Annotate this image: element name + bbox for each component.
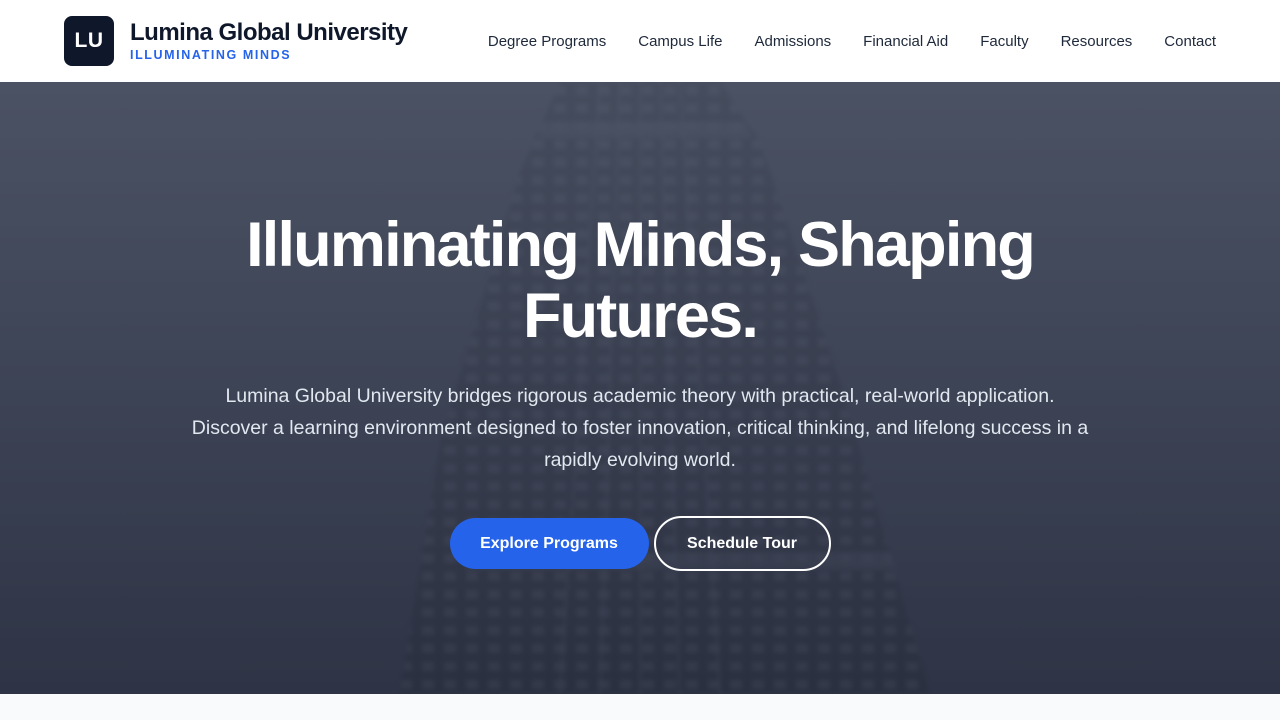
nav-link-admissions[interactable]: Admissions [754, 33, 831, 50]
brand-text: Lumina Global University ILLUMINATING MI… [130, 19, 408, 63]
hero-description: Lumina Global University bridges rigorou… [191, 385, 1089, 471]
brand-tagline: ILLUMINATING MINDS [130, 48, 292, 62]
nav-link-financial-aid[interactable]: Financial Aid [863, 33, 948, 50]
nav-link-degree-programs[interactable]: Degree Programs [488, 33, 606, 50]
nav-link-resources[interactable]: Resources [1061, 33, 1133, 50]
hero-content: Illuminating Minds, Shaping Futures. Lum… [0, 82, 1280, 694]
main-nav: Degree Programs Campus Life Admissions F… [488, 33, 1216, 50]
brand-name: Lumina Global University [130, 19, 408, 46]
nav-link-campus-life[interactable]: Campus Life [638, 33, 722, 50]
explore-programs-button[interactable]: Explore Programs [449, 518, 649, 569]
site-header: LU Lumina Global University ILLUMINATING… [0, 0, 1280, 82]
hero-title: Illuminating Minds, Shaping Futures. [246, 210, 1036, 351]
brand-logo-link[interactable]: LU Lumina Global University ILLUMINATING… [64, 16, 408, 66]
schedule-tour-button[interactable]: Schedule Tour [653, 516, 831, 571]
nav-link-faculty[interactable]: Faculty [980, 33, 1028, 50]
brand-logo-mark: LU [64, 16, 114, 66]
nav-link-contact[interactable]: Contact [1164, 33, 1216, 50]
hero-section: Illuminating Minds, Shaping Futures. Lum… [0, 82, 1280, 694]
hero-actions: Explore Programs Schedule Tour [449, 516, 831, 571]
next-section-edge [0, 694, 1280, 720]
